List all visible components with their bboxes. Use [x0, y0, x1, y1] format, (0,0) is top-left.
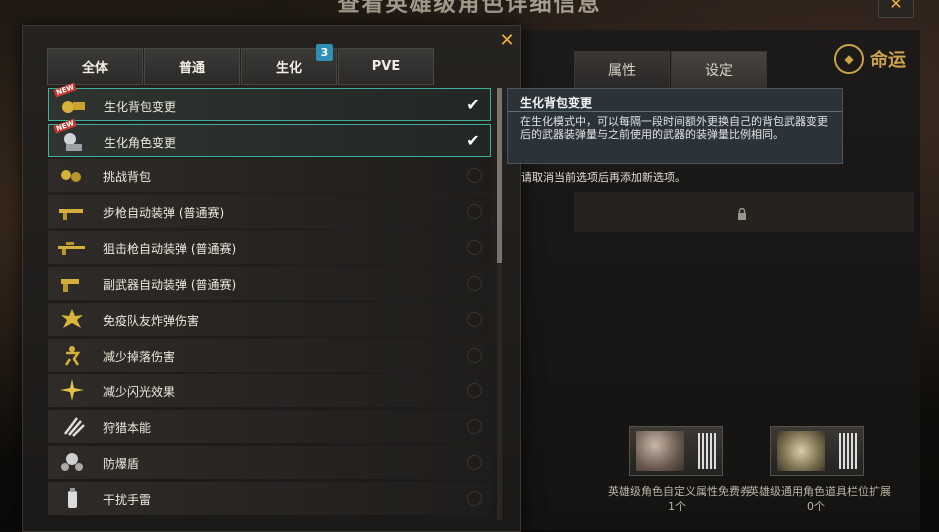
- character-portrait-icon: [636, 431, 684, 471]
- list-item-label: 副武器自动装弹 (普通赛): [103, 278, 237, 292]
- list-item-label: 狙击枪自动装弹 (普通赛): [103, 242, 237, 256]
- select-radio[interactable]: [467, 455, 482, 470]
- barcode-icon: [698, 433, 716, 469]
- reward-free-attribute-ticket[interactable]: [629, 426, 723, 476]
- gold-backpack-icon: [62, 101, 85, 113]
- reward-name: 英雄级角色自定义属性免费券: [608, 485, 751, 498]
- list-item[interactable]: 狙击枪自动装弹 (普通赛): [48, 231, 491, 264]
- check-icon: ✔: [466, 131, 480, 150]
- tab-attributes-label: 属性: [608, 63, 636, 79]
- list-item-label: 挑战背包: [103, 170, 152, 184]
- reward-count: 0个: [807, 500, 825, 513]
- challenge-backpack-icon: [61, 170, 81, 182]
- list-item[interactable]: 干扰手雷: [48, 482, 491, 515]
- tab-settings[interactable]: 设定: [671, 51, 767, 89]
- brand-name: 命运: [870, 50, 906, 71]
- list-item[interactable]: 免疫队友炸弹伤害: [48, 303, 491, 336]
- tab-normal[interactable]: 普通: [144, 48, 240, 85]
- select-radio[interactable]: [467, 419, 482, 434]
- sniper-icon: [58, 242, 85, 255]
- explosion-icon: [61, 309, 83, 328]
- reward-count: 1个: [668, 500, 686, 513]
- tab-label: 生化: [275, 61, 302, 76]
- select-radio[interactable]: [467, 348, 482, 363]
- list-item[interactable]: 狩猎本能: [48, 410, 491, 443]
- list-item-label: 防爆盾: [103, 457, 140, 471]
- selection-hint: 请取消当前选项后再添加新选项。: [521, 171, 686, 184]
- list-item-label: 步枪自动装弹 (普通赛): [103, 206, 225, 220]
- lock-icon: [738, 208, 746, 220]
- reward-slot-expansion[interactable]: [770, 426, 864, 476]
- list-item[interactable]: 步枪自动装弹 (普通赛): [48, 195, 491, 228]
- scroll-thumb[interactable]: [497, 88, 502, 263]
- dialog-close-button[interactable]: ✕: [497, 32, 517, 50]
- fall-icon: [64, 346, 81, 366]
- barcode-icon: [839, 433, 857, 469]
- select-radio[interactable]: [467, 204, 482, 219]
- select-radio[interactable]: [467, 383, 482, 398]
- reward-name: 英雄级通用角色道具栏位扩展: [748, 485, 891, 498]
- item-tooltip: 生化背包变更 在生化模式中，可以每隔一段时间额外更换自己的背包武器变更后的武器装…: [507, 88, 843, 164]
- select-radio[interactable]: [467, 168, 482, 183]
- close-icon: ✕: [499, 30, 515, 51]
- tab-label: PVE: [371, 59, 401, 74]
- list-item[interactable]: 防爆盾: [48, 446, 491, 479]
- select-radio[interactable]: [467, 312, 482, 327]
- list-item[interactable]: NEW 生化角色变更 ✔: [48, 118, 491, 157]
- list-item-label: 干扰手雷: [103, 493, 152, 507]
- select-radio[interactable]: [467, 276, 482, 291]
- list-item-label: 生化角色变更: [104, 136, 177, 150]
- tab-label: 全体: [81, 61, 108, 76]
- select-radio[interactable]: [467, 491, 482, 506]
- list-item-label: 狩猎本能: [103, 421, 152, 435]
- tooltip-title: 生化背包变更: [520, 96, 593, 110]
- tooltip-description: 在生化模式中，可以每隔一段时间额外更换自己的背包武器变更后的武器装弹量与之前使用…: [520, 115, 828, 141]
- tooltip-divider: [508, 111, 842, 112]
- window-close-button[interactable]: ✕: [878, 0, 914, 18]
- list-item[interactable]: 挑战背包: [48, 159, 491, 192]
- claw-icon: [64, 417, 85, 437]
- close-icon: ✕: [889, 0, 903, 13]
- list-item[interactable]: NEW 生化背包变更 ✔: [48, 82, 491, 121]
- check-icon: ✔: [466, 95, 480, 114]
- pistol-icon: [61, 279, 79, 292]
- tab-settings-label: 设定: [705, 63, 733, 79]
- list-item-label: 减少掉落伤害: [103, 350, 176, 364]
- tab-all[interactable]: 全体: [47, 48, 143, 85]
- window-title: 查看英雄级角色详细信息: [337, 0, 602, 17]
- grenade-icon: [68, 488, 77, 508]
- list-item-label: 生化背包变更: [104, 100, 177, 114]
- brand-logo: ◆ 命运: [834, 44, 906, 74]
- list-item[interactable]: 减少闪光效果: [48, 374, 491, 407]
- tab-attributes[interactable]: 属性: [574, 51, 670, 89]
- list-item[interactable]: 副武器自动装弹 (普通赛): [48, 267, 491, 300]
- shield-blast-icon: [61, 453, 83, 471]
- select-radio[interactable]: [467, 240, 482, 255]
- fate-emblem-icon: ◆: [834, 44, 864, 74]
- list-item-label: 减少闪光效果: [103, 385, 176, 399]
- character-swap-icon: [64, 133, 82, 151]
- rifle-icon: [59, 209, 83, 220]
- key-icon: [777, 431, 825, 471]
- tab-pve[interactable]: PVE: [338, 48, 434, 85]
- list-item[interactable]: 减少掉落伤害: [48, 339, 491, 372]
- tab-label: 普通: [178, 61, 205, 76]
- list-item-label: 免疫队友炸弹伤害: [103, 314, 200, 328]
- flash-icon: [60, 379, 84, 401]
- tab-count-badge: 3: [316, 44, 333, 61]
